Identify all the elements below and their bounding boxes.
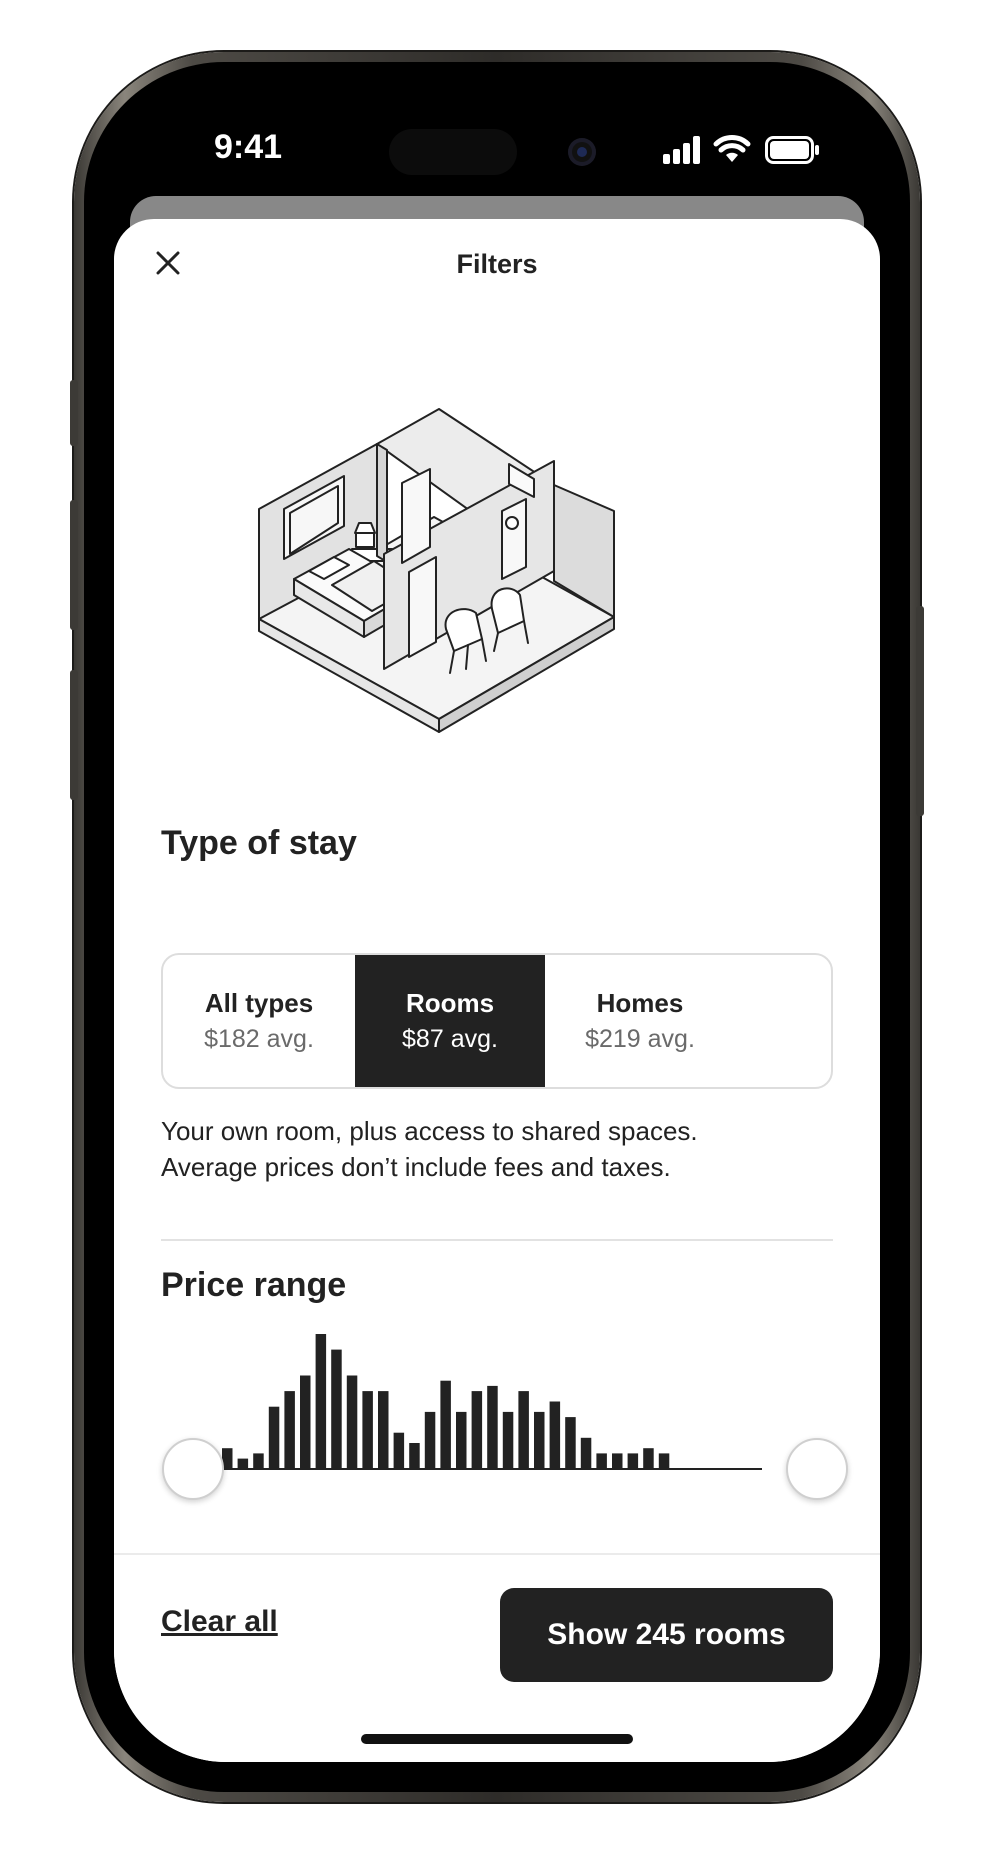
histogram-bar	[612, 1453, 623, 1469]
stay-type-selector: All types $182 avg. Rooms $87 avg. Homes…	[161, 953, 833, 1089]
histogram-bar	[440, 1380, 451, 1469]
histogram-bar	[315, 1334, 327, 1469]
home-indicator	[361, 1734, 633, 1744]
histogram-bar	[300, 1375, 311, 1469]
description-line: Average prices don’t include fees and ta…	[161, 1152, 671, 1182]
histogram-bar	[471, 1391, 483, 1469]
histogram-bar	[456, 1411, 467, 1469]
histogram-bar	[596, 1453, 607, 1469]
histogram-bar	[534, 1411, 545, 1469]
histogram-bar	[268, 1406, 280, 1469]
histogram-bar	[237, 1458, 249, 1469]
histogram-bar	[346, 1375, 358, 1469]
histogram-bar	[409, 1443, 420, 1469]
histogram-bar	[502, 1411, 514, 1469]
histogram-bar	[284, 1391, 295, 1469]
histogram-bar	[658, 1453, 670, 1469]
histogram-bar	[580, 1437, 592, 1469]
type-of-stay-title: Type of stay	[161, 824, 357, 862]
histogram-bar	[627, 1453, 639, 1469]
option-rooms[interactable]: Rooms $87 avg.	[355, 955, 545, 1087]
volume-down-button	[70, 670, 78, 800]
clear-all-link[interactable]: Clear all	[161, 1605, 278, 1639]
min-price-handle[interactable]	[162, 1438, 224, 1500]
histogram-bar	[362, 1391, 373, 1469]
room-illustration	[258, 408, 615, 733]
stay-type-description: Your own room, plus access to shared spa…	[161, 1113, 861, 1185]
histogram-bar	[565, 1417, 576, 1469]
battery-icon	[765, 136, 819, 164]
option-label: All types	[204, 988, 314, 1018]
histogram-bar	[424, 1411, 436, 1469]
histogram-bar	[253, 1453, 264, 1469]
histogram-bar	[393, 1432, 405, 1469]
option-average-price: $87 avg.	[402, 1025, 498, 1053]
action-button	[70, 380, 78, 446]
option-label: Rooms	[405, 988, 495, 1018]
camera-icon	[568, 138, 596, 166]
phone-screen: 9:41 Filters Type of stay All types $182…	[114, 92, 880, 1762]
histogram-bar	[487, 1385, 498, 1469]
histogram-bar	[378, 1391, 389, 1469]
option-label: Homes	[596, 988, 684, 1018]
option-homes[interactable]: Homes $219 avg.	[545, 955, 831, 1087]
max-price-handle[interactable]	[786, 1438, 848, 1500]
status-time: 9:41	[214, 128, 283, 166]
histogram-bar	[518, 1391, 529, 1469]
option-average-price: $219 avg.	[585, 1025, 695, 1053]
wifi-icon	[713, 135, 751, 162]
cellular-signal-icon	[663, 136, 700, 164]
histogram-bar	[643, 1448, 654, 1469]
volume-up-button	[70, 500, 78, 630]
power-button	[916, 606, 924, 816]
filter-footer: Clear all Show 245 rooms	[114, 1553, 880, 1762]
option-average-price: $182 avg.	[204, 1025, 314, 1053]
price-histogram	[210, 1334, 762, 1470]
histogram-bar	[331, 1349, 342, 1469]
price-range-title: Price range	[161, 1266, 347, 1304]
filters-sheet: Filters Type of stay All types $182 avg.…	[114, 219, 880, 1762]
sheet-title: Filters	[456, 249, 538, 279]
dynamic-island	[389, 129, 517, 175]
histogram-bar	[549, 1401, 561, 1469]
show-rooms-button[interactable]: Show 245 rooms	[500, 1588, 833, 1682]
section-divider	[161, 1239, 833, 1241]
option-all-types[interactable]: All types $182 avg.	[163, 955, 355, 1087]
description-line: Your own room, plus access to shared spa…	[161, 1116, 698, 1146]
